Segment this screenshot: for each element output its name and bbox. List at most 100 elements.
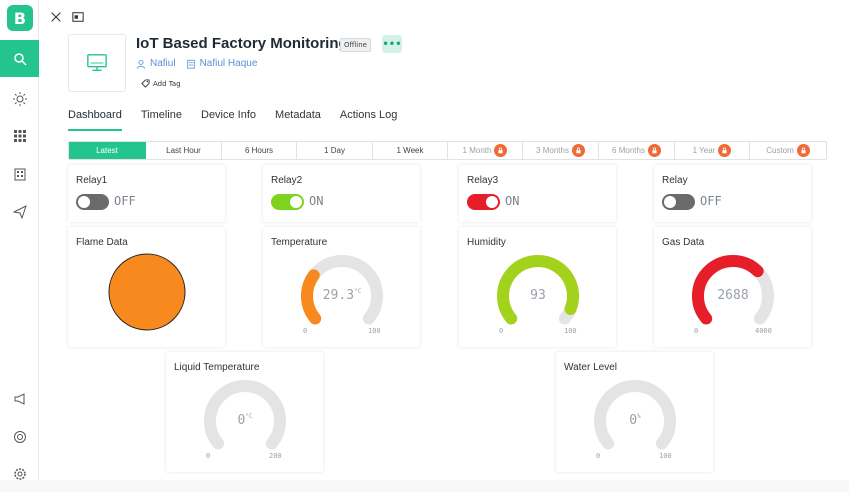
range-6-hours[interactable]: 6 Hours <box>222 142 297 159</box>
lock-icon <box>647 144 661 157</box>
lifebuoy-icon[interactable] <box>0 418 39 455</box>
range-1-day[interactable]: 1 Day <box>297 142 373 159</box>
status-badge: Offline <box>340 38 371 52</box>
sidebar: B <box>0 0 39 480</box>
search-icon[interactable] <box>0 40 39 77</box>
range-label: 1 Week <box>396 146 424 155</box>
user-icon <box>136 59 146 69</box>
settings-icon[interactable] <box>0 455 39 492</box>
switch-state: ON <box>309 194 324 208</box>
device-meta: Nafiul Nafiul Haque <box>136 58 257 69</box>
lock-icon <box>796 144 810 157</box>
gauge-min: 0 <box>596 452 601 460</box>
add-tag-button[interactable]: Add Tag <box>141 79 181 88</box>
organization-link[interactable]: Nafiul Haque <box>186 58 257 69</box>
gauge-min: 0 <box>206 452 211 460</box>
lock-icon <box>571 144 585 157</box>
gauge-max: 4000 <box>755 327 772 335</box>
megaphone-icon[interactable] <box>0 380 39 417</box>
device-title: IoT Based Factory Monitoring <box>136 35 348 52</box>
blynk-logo[interactable]: B <box>7 5 33 31</box>
range-label: 3 Months <box>536 146 569 155</box>
range-custom[interactable]: Custom <box>750 142 826 159</box>
relay2-switch[interactable] <box>271 194 304 210</box>
switch-state: OFF <box>700 194 722 208</box>
widget-title: Relay2 <box>271 175 303 186</box>
liquid-temperature-gauge <box>204 380 286 450</box>
close-icon[interactable] <box>49 10 63 24</box>
humidity-gauge <box>497 255 579 325</box>
grid-icon[interactable] <box>0 117 39 154</box>
tab-timeline[interactable]: Timeline <box>141 107 182 131</box>
liquid-temperature-card: Liquid Temperature 0°C 0 200 <box>166 352 323 472</box>
gauge-max: 100 <box>564 327 577 335</box>
range-1-week[interactable]: 1 Week <box>373 142 448 159</box>
gauge-value: 0°C <box>237 413 253 428</box>
range-latest[interactable]: Latest <box>69 142 146 159</box>
relay2-card: Relay2 ON <box>263 165 420 222</box>
flame-card: Flame Data <box>68 227 225 347</box>
tab-device-info[interactable]: Device Info <box>201 107 256 131</box>
tab-actions-log[interactable]: Actions Log <box>340 107 397 131</box>
expand-icon[interactable] <box>71 10 85 24</box>
send-icon[interactable] <box>0 193 39 230</box>
water-level-card: Water Level 0% 0 100 <box>556 352 713 472</box>
range-label: 1 Day <box>324 146 345 155</box>
range-label: 1 Year <box>692 146 716 155</box>
gauge-min: 0 <box>694 327 699 335</box>
building-icon <box>186 59 195 69</box>
gas-card: Gas Data 2688 0 4000 <box>654 227 811 347</box>
gauge-value: 29.3°C <box>322 288 362 303</box>
temperature-gauge <box>301 255 383 325</box>
range-1-month[interactable]: 1 Month <box>448 142 523 159</box>
relay-switch[interactable] <box>662 194 695 210</box>
water-level-gauge <box>594 380 676 450</box>
range-6-months[interactable]: 6 Months <box>599 142 675 159</box>
range-3-months[interactable]: 3 Months <box>523 142 599 159</box>
range-label: 6 Hours <box>244 146 273 155</box>
range-label: 1 Month <box>462 146 492 155</box>
tag-icon <box>141 79 150 88</box>
range-label: Last Hour <box>166 146 201 155</box>
relay1-switch[interactable] <box>76 194 109 210</box>
device-image <box>68 34 126 92</box>
gauge-max: 200 <box>269 452 282 460</box>
range-label: 6 Months <box>612 146 645 155</box>
humidity-card: Humidity 93 0 100 <box>459 227 616 347</box>
gauge-value: 93 <box>530 288 546 303</box>
flame-led <box>108 253 186 331</box>
widget-title: Relay3 <box>467 175 499 186</box>
gauge-value: 0% <box>629 413 641 428</box>
relay3-card: Relay3 ON <box>459 165 616 222</box>
tab-dashboard[interactable]: Dashboard <box>68 107 122 131</box>
widget-title: Relay1 <box>76 175 108 186</box>
lock-icon <box>718 144 732 157</box>
owner-link[interactable]: Nafiul <box>136 58 176 69</box>
gas-gauge <box>691 255 774 325</box>
relay1-card: Relay1 OFF <box>68 165 225 222</box>
time-range-selector: Latest Last Hour 6 Hours 1 Day 1 Week 1 Month… <box>68 141 827 160</box>
range-last-hour[interactable]: Last Hour <box>146 142 222 159</box>
sun-icon[interactable] <box>0 80 39 117</box>
gauge-max: 100 <box>368 327 381 335</box>
gauge-max: 100 <box>659 452 672 460</box>
temperature-card: Temperature 29.3°C 0 100 <box>263 227 420 347</box>
tab-bar: Dashboard Timeline Device Info Metadata … <box>68 107 416 131</box>
widget-title: Relay <box>662 175 688 186</box>
range-label: Latest <box>96 146 118 155</box>
relay3-switch[interactable] <box>467 194 500 210</box>
gauge-min: 0 <box>303 327 308 335</box>
lock-icon <box>494 144 508 157</box>
switch-state: OFF <box>114 194 136 208</box>
gauge-min: 0 <box>499 327 504 335</box>
more-options-button[interactable]: ••• <box>382 35 402 53</box>
tab-metadata[interactable]: Metadata <box>275 107 321 131</box>
switch-state: ON <box>505 194 520 208</box>
range-label: Custom <box>766 146 794 155</box>
range-1-year[interactable]: 1 Year <box>675 142 750 159</box>
building-icon[interactable] <box>0 155 39 192</box>
monitor-icon <box>87 54 107 72</box>
device-page: IoT Based Factory Monitoring Offline •••… <box>39 0 849 480</box>
relay-card: Relay OFF <box>654 165 811 222</box>
gauge-value: 2688 <box>717 288 749 303</box>
